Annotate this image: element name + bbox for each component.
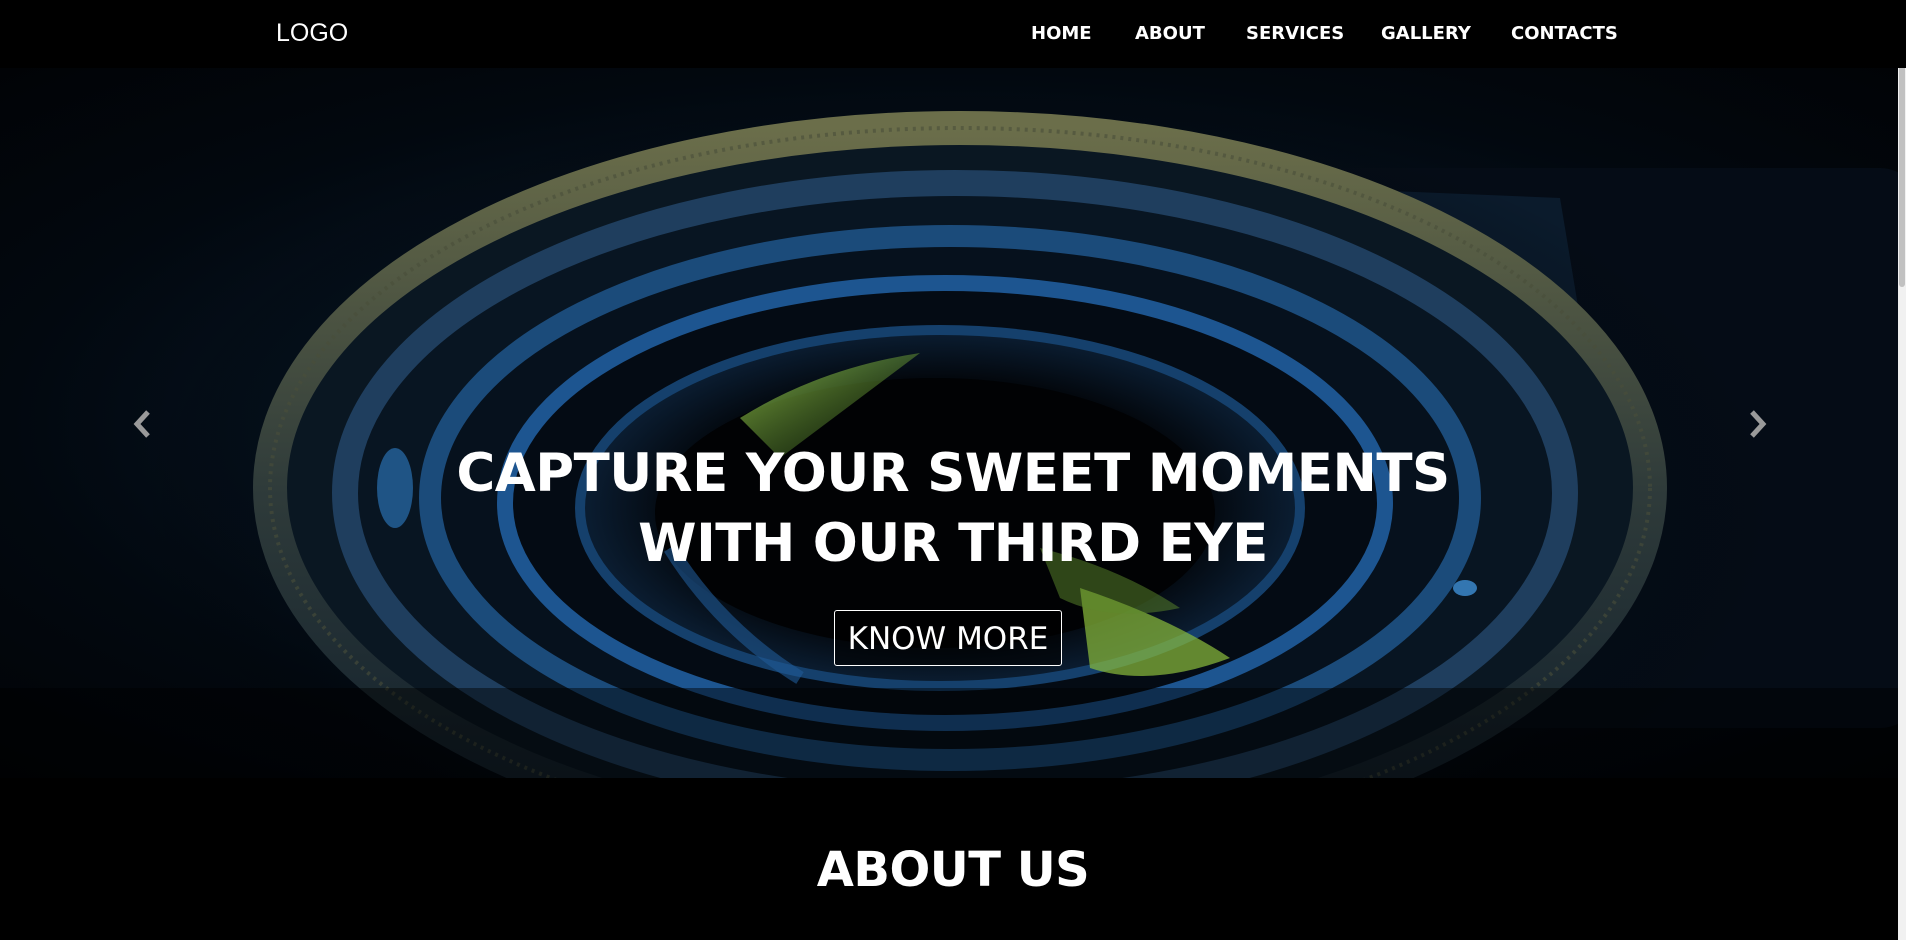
- hero-carousel: CAPTURE YOUR SWEET MOMENTS WITH OUR THIR…: [0, 68, 1906, 778]
- about-section: ABOUT US: [0, 778, 1906, 940]
- nav-item-about[interactable]: ABOUT: [1135, 22, 1205, 46]
- nav-item-contacts[interactable]: CONTACTS: [1511, 22, 1618, 46]
- top-navbar: LOGO HOME ABOUT SERVICES GALLERY CONTACT…: [0, 0, 1906, 68]
- know-more-button[interactable]: KNOW MORE: [834, 610, 1062, 666]
- page-scrollbar[interactable]: [1898, 0, 1906, 940]
- hero-background-image: [0, 88, 1906, 778]
- nav-item-gallery[interactable]: GALLERY: [1381, 22, 1471, 46]
- logo[interactable]: LOGO: [276, 18, 348, 48]
- nav-item-home[interactable]: HOME: [1031, 22, 1092, 46]
- about-title: ABOUT US: [816, 842, 1090, 898]
- hero-title-line-1: CAPTURE YOUR SWEET MOMENTS: [456, 443, 1450, 504]
- hero-title-line-2: WITH OUR THIRD EYE: [638, 513, 1268, 574]
- nav-item-services[interactable]: SERVICES: [1246, 22, 1344, 46]
- page: LOGO HOME ABOUT SERVICES GALLERY CONTACT…: [0, 0, 1906, 940]
